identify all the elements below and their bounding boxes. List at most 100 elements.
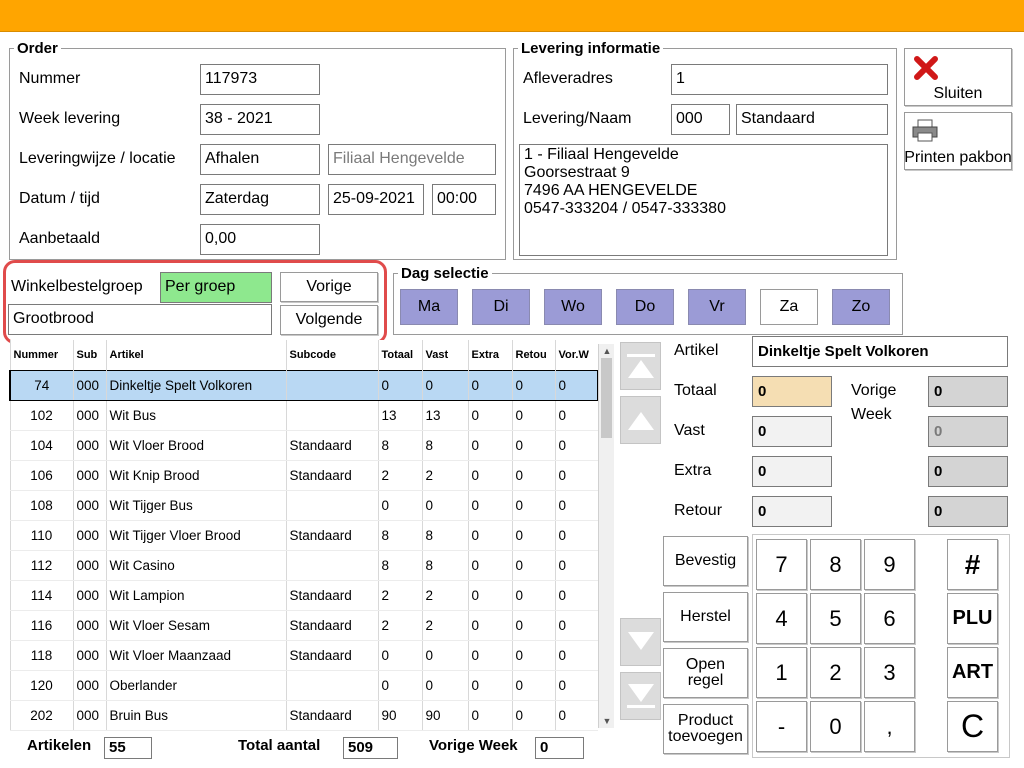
col-header-subcode[interactable]: Subcode [285,340,378,370]
cell-vorige-week: 0 [554,520,598,551]
table-row[interactable]: 202 000 Bruin Bus Standaard 90 90 0 0 0 [9,700,598,731]
col-header-vast[interactable]: Vast [421,340,468,370]
week-field[interactable]: 38 - 2021 [200,104,320,135]
key-clear[interactable]: C [947,701,998,752]
detail-extra-field[interactable]: 0 [752,456,832,487]
cell-artikel: Bruin Bus [105,700,286,731]
table-row[interactable]: 114 000 Wit Lampion Standaard 2 2 0 0 0 [9,580,598,611]
col-header-vorige-week[interactable]: Vor.W [554,340,598,370]
key-0[interactable]: 0 [810,701,861,752]
leveringwijze-field[interactable]: Afhalen [200,144,320,175]
day-button-di[interactable]: Di [472,289,530,325]
col-header-totaal[interactable]: Totaal [377,340,422,370]
col-header-artikel[interactable]: Artikel [105,340,286,370]
table-row[interactable]: 104 000 Wit Vloer Brood Standaard 8 8 0 0 0 [9,430,598,461]
cell-vorige-week: 0 [554,700,598,731]
table-row[interactable]: 120 000 Oberlander 0 0 0 0 0 [9,670,598,701]
cell-vast: 2 [421,460,468,491]
cell-retour: 0 [511,460,555,491]
day-button-vr[interactable]: Vr [688,289,746,325]
key-plu[interactable]: PLU [947,593,998,644]
next-row-button[interactable] [620,618,661,666]
afleveradres-field[interactable]: 1 [671,64,888,95]
cell-vorige-week: 0 [554,400,598,431]
print-button[interactable]: Printen pakbon [904,112,1012,170]
table-row[interactable]: 112 000 Wit Casino 8 8 0 0 0 [9,550,598,581]
day-button-do[interactable]: Do [616,289,674,325]
key-9[interactable]: 9 [864,539,915,590]
cell-sub: 000 [72,430,106,461]
print-label: Printen pakbon [904,149,1012,166]
close-label: Sluiten [933,85,983,102]
close-button[interactable]: Sluiten [904,48,1012,106]
table-row[interactable]: 116 000 Wit Vloer Sesam Standaard 2 2 0 0 0 [9,610,598,641]
address-box[interactable]: 1 - Filiaal Hengevelde Goorsestraat 9 74… [519,144,888,256]
herstel-button[interactable]: Herstel [663,592,748,642]
scroll-down-icon[interactable]: ▼ [599,714,615,728]
key-hash[interactable]: # [947,539,998,590]
nummer-field[interactable]: 117973 [200,64,320,95]
table-scrollbar[interactable]: ▲ ▼ [598,344,614,728]
dag-field[interactable]: Zaterdag [200,184,320,215]
day-button-ma[interactable]: Ma [400,289,458,325]
key-4[interactable]: 4 [756,593,807,644]
scroll-thumb[interactable] [601,358,612,438]
key-7[interactable]: 7 [756,539,807,590]
table-row[interactable]: 118 000 Wit Vloer Maanzaad Standaard 0 0 0 0 0 [9,640,598,671]
col-header-retour[interactable]: Retou [511,340,555,370]
cell-vast: 0 [421,670,468,701]
previous-row-button[interactable] [620,396,661,444]
col-header-nummer[interactable]: Nummer [9,340,73,370]
day-button-zo[interactable]: Zo [832,289,890,325]
key-3[interactable]: 3 [864,647,915,698]
aanbetaald-field[interactable]: 0,00 [200,224,320,255]
cell-nummer: 116 [9,610,73,641]
bevestig-button[interactable]: Bevestig [663,536,748,586]
table-row[interactable]: 110 000 Wit Tijger Vloer Brood Standaard 8 8 0… [9,520,598,551]
key-6[interactable]: 6 [864,593,915,644]
scroll-up-icon[interactable]: ▲ [599,344,615,358]
total-aantal-label: Total aantal [238,737,321,754]
key-5[interactable]: 5 [810,593,861,644]
cell-retour: 0 [511,640,555,671]
open-regel-button[interactable]: Open regel [663,648,748,698]
col-header-sub[interactable]: Sub [72,340,106,370]
cell-totaal: 2 [377,610,422,641]
key-minus[interactable]: - [756,701,807,752]
table-row[interactable]: 102 000 Wit Bus 13 13 0 0 0 [9,400,598,431]
table-row[interactable]: 74 000 Dinkeltje Spelt Volkoren 0 0 0 0 0 [9,369,599,401]
cell-vast: 8 [421,550,468,581]
detail-retour-field[interactable]: 0 [752,496,832,527]
datum-field[interactable]: 25-09-2021 [328,184,424,215]
product-toevoegen-button[interactable]: Product toevoegen [663,704,748,754]
day-button-za[interactable]: Za [760,289,818,325]
key-8[interactable]: 8 [810,539,861,590]
levering-naam-field[interactable]: Standaard [736,104,888,135]
key-comma[interactable]: , [864,701,915,752]
table-row[interactable]: 108 000 Wit Tijger Bus 0 0 0 0 0 [9,490,598,521]
key-art[interactable]: ART [947,647,998,698]
tijd-field[interactable]: 00:00 [432,184,496,215]
table-row[interactable]: 106 000 Wit Knip Brood Standaard 2 2 0 0 0 [9,460,598,491]
detail-artikel-field[interactable]: Dinkeltje Spelt Volkoren [752,336,1008,367]
cell-vast: 90 [421,700,468,731]
col-header-extra[interactable]: Extra [467,340,512,370]
cell-extra: 0 [467,400,512,431]
cell-vorige-week: 0 [554,670,598,701]
key-2[interactable]: 2 [810,647,861,698]
first-row-button[interactable] [620,342,661,390]
detail-totaal-field[interactable]: 0 [752,376,832,407]
vorige-totaal-field: 0 [928,376,1008,407]
key-1[interactable]: 1 [756,647,807,698]
last-row-button[interactable] [620,672,661,720]
detail-vast-field[interactable]: 0 [752,416,832,447]
afleveradres-label: Afleveradres [523,70,613,87]
locatie-field[interactable]: Filiaal Hengevelde [328,144,496,175]
cell-vast: 2 [421,580,468,611]
day-button-wo[interactable]: Wo [544,289,602,325]
levering-code-field[interactable]: 000 [671,104,730,135]
cell-extra: 0 [467,520,512,551]
cell-extra: 0 [467,640,512,671]
cell-artikel: Oberlander [105,670,286,701]
cell-artikel: Wit Bus [105,400,286,431]
